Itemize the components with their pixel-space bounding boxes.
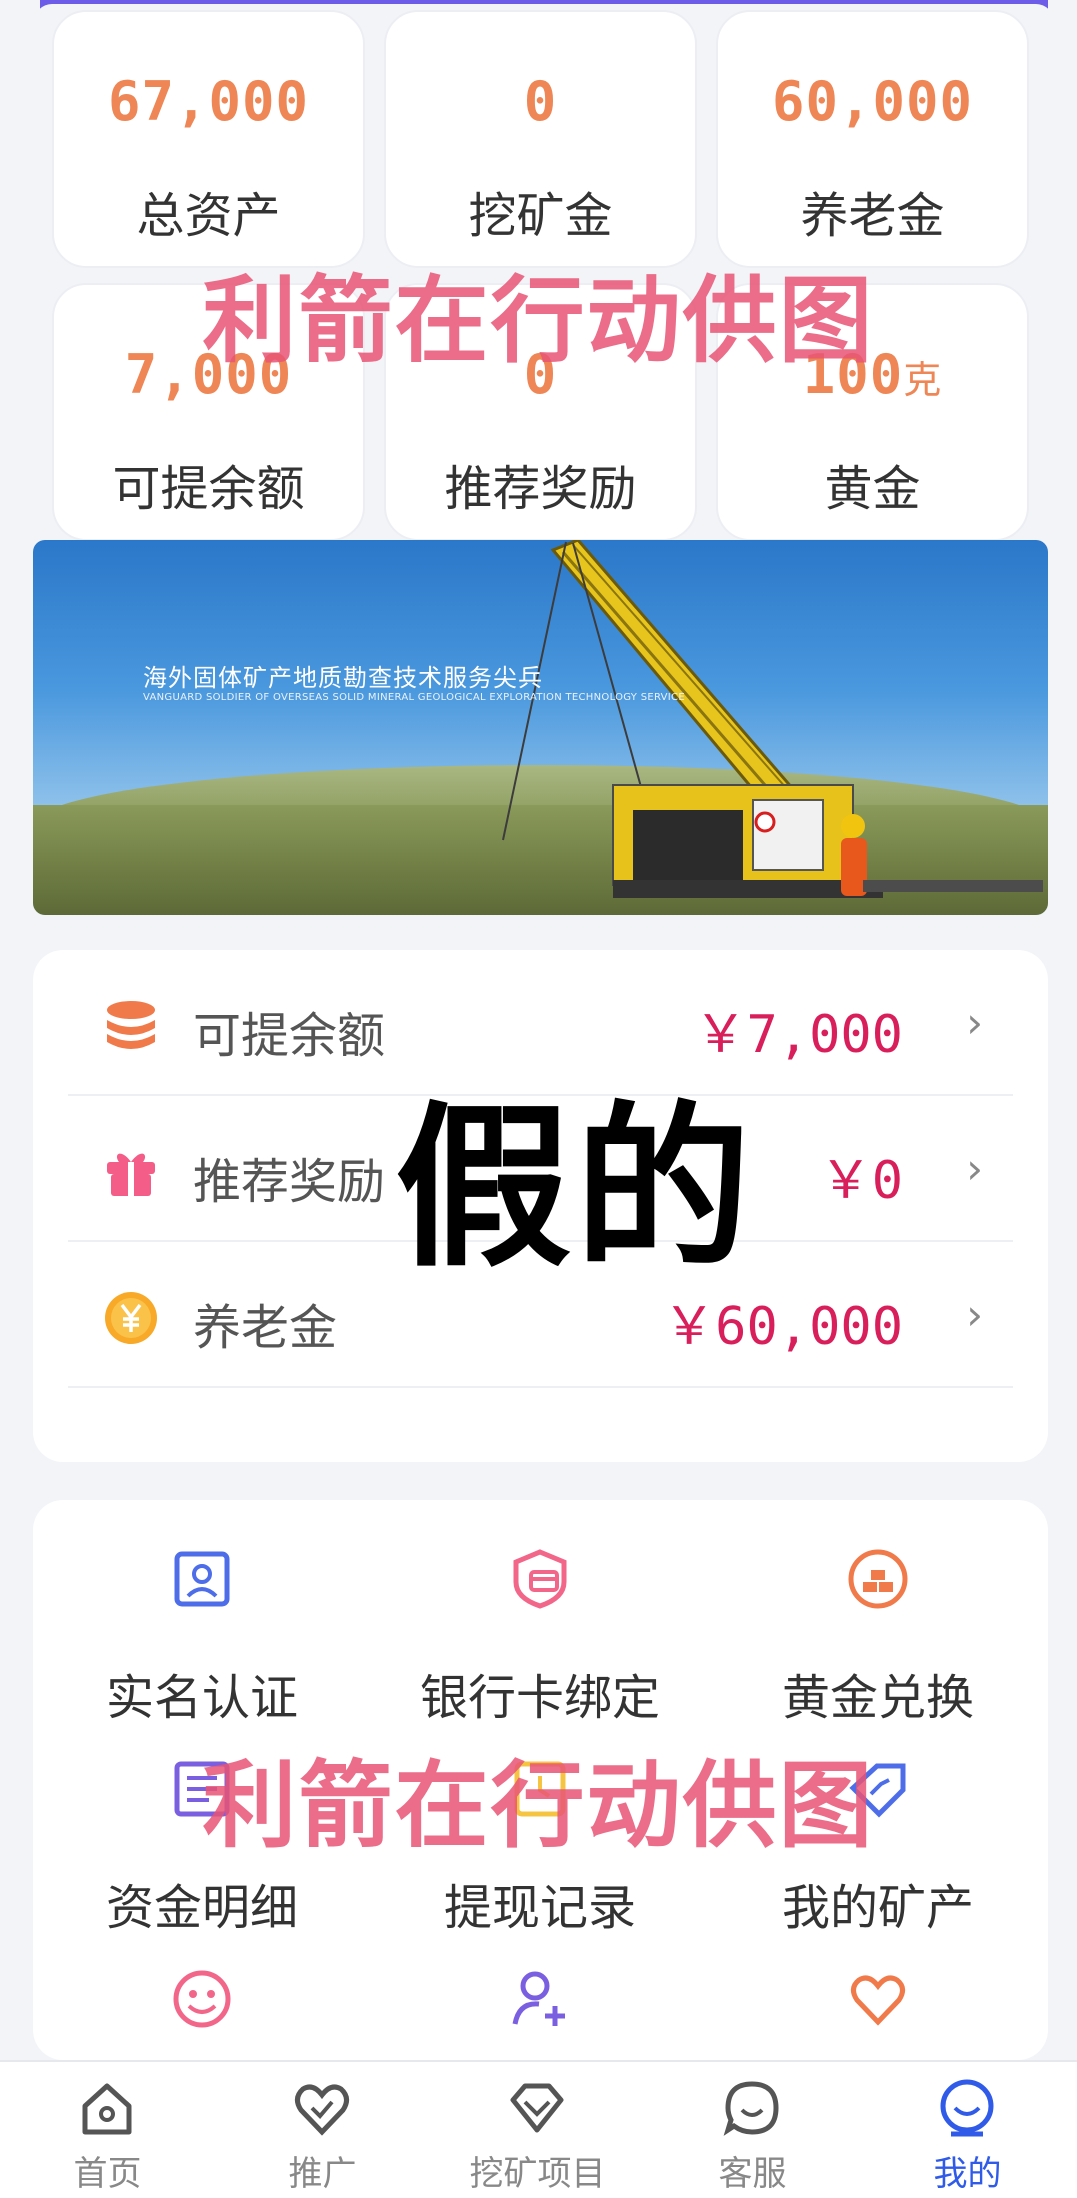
stat-card-withdrawable[interactable]: 7,000 可提余额 [52,283,365,541]
chevron-right-icon: › [966,1144,983,1193]
chevron-right-icon: › [966,1290,983,1339]
banner-subtitle: VANGUARD SOLDIER OF OVERSEAS SOLID MINER… [143,692,685,703]
nav-label: 我的 [933,2154,1002,2194]
stat-label: 挖矿金 [468,188,613,244]
nav-mine[interactable]: 我的 [860,2062,1075,2198]
feature-label: 资金明细 [105,1880,298,1936]
diamond-tag-icon [849,1763,906,1818]
nav-label: 挖矿项目 [469,2154,606,2194]
stat-card-mining-gold[interactable]: 0 挖矿金 [384,10,697,268]
id-card-icon [174,1551,230,1607]
bank-card-shield-icon [513,1549,567,1609]
nav-promotion[interactable]: 推广 [215,2062,430,2198]
stat-value: 0 [523,70,558,133]
stat-label: 黄金 [824,461,921,517]
stat-card-total-assets[interactable]: 67,000 总资产 [52,10,365,268]
stat-label: 总资产 [136,188,281,244]
heart-icon [851,1975,905,2026]
stat-value: 7,000 [124,343,293,406]
feature-grid: 实名认证 银行卡绑定 黄金兑换 资金明细 提现记录 我的矿产 [33,1500,1048,2060]
stat-value: 67,000 [107,70,310,133]
bottom-nav: 首页 推广 挖矿项目 客服 我的 [0,2060,1077,2198]
stat-label: 养老金 [800,188,945,244]
balance-label: 可提余额 [193,1008,386,1064]
document-list-icon [174,1761,230,1817]
nav-label: 首页 [73,2154,142,2194]
feature-label: 我的矿产 [781,1880,974,1936]
feature-label: 实名认证 [105,1670,298,1726]
stat-label: 可提余额 [112,461,305,517]
stat-unit: 克 [903,358,943,402]
gold-bars-icon [848,1549,908,1609]
feature-label: 银行卡绑定 [419,1670,660,1726]
promo-banner[interactable]: 海外固体矿产地质勘查技术服务尖兵 VANGUARD SOLDIER OF OVE… [33,540,1048,915]
nav-home[interactable]: 首页 [0,2062,215,2198]
balance-value: ￥0 [819,1151,903,1211]
balance-label: 推荐奖励 [193,1154,386,1210]
balance-label: 养老金 [193,1300,338,1356]
coins-stack-icon [107,1001,155,1049]
stat-value: 0 [523,343,558,406]
add-user-icon [512,1971,565,2026]
diamond-icon [510,2083,564,2133]
stat-label: 推荐奖励 [444,461,637,517]
stat-card-gold[interactable]: 100克 黄金 [716,283,1029,541]
heart-check-icon [295,2084,349,2136]
feature-label: 黄金兑换 [781,1670,974,1726]
yen-coin-icon [105,1292,157,1344]
stat-card-referral-reward[interactable]: 0 推荐奖励 [384,283,697,541]
nav-label: 推广 [288,2154,357,2194]
fake-overlay-text: 假的 [395,1086,756,1291]
nav-mining-projects[interactable]: 挖矿项目 [430,2062,645,2198]
smiley-face-icon [173,1970,231,2028]
withdraw-record-icon [514,1761,566,1817]
chat-icon [723,2081,779,2136]
banner-title: 海外固体矿产地质勘查技术服务尖兵 [143,664,543,692]
nav-label: 客服 [718,2154,787,2194]
feature-label: 提现记录 [443,1880,636,1936]
stat-card-pension[interactable]: 60,000 养老金 [716,10,1029,268]
gift-icon [107,1153,155,1196]
stat-value: 100克 [802,343,943,406]
chevron-right-icon: › [966,998,983,1047]
nav-customer-service[interactable]: 客服 [645,2062,860,2198]
stat-value: 60,000 [771,70,974,133]
home-icon [82,2083,132,2135]
profile-icon [940,2079,994,2137]
drilling-rig-illustration [502,540,1043,898]
